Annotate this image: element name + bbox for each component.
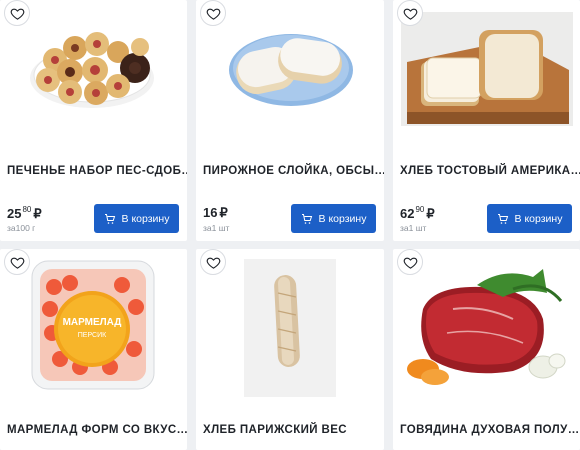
heart-icon — [403, 257, 417, 269]
cart-icon — [301, 213, 312, 224]
product-card[interactable]: ПИРОЖНОЕ СЛОЙКА, ОБСЫ… 16 ₽ за1 шт В корз… — [196, 0, 384, 241]
product-grid: ПЕЧЕНЬЕ НАБОР ПЕС-СДОБ… 2580 ₽ за100 г В … — [0, 0, 580, 450]
heart-icon — [403, 8, 417, 20]
price-main: 16 — [203, 205, 218, 220]
price-unit: за100 г — [7, 223, 36, 233]
product-image-cookies — [30, 32, 154, 108]
cart-button-label: В корзину — [318, 212, 367, 225]
heart-icon — [10, 257, 24, 269]
price-unit: за1 шт — [203, 223, 230, 233]
price-unit: за1 шт — [400, 223, 427, 233]
product-title[interactable]: ХЛЕБ ТОСТОВЫЙ АМЕРИКА… — [400, 165, 580, 177]
favorite-button[interactable] — [4, 0, 30, 26]
product-card[interactable]: ХЛЕБ ТОСТОВЫЙ АМЕРИКА… 6290 ₽ за1 шт В ко… — [393, 0, 580, 241]
price-main: 62 — [400, 206, 415, 221]
product-title[interactable]: ПИРОЖНОЕ СЛОЙКА, ОБСЫ… — [203, 165, 384, 177]
product-image-pastry — [229, 34, 353, 106]
package-label-line2: ПЕРСИК — [78, 332, 107, 339]
cart-icon — [497, 213, 508, 224]
product-card[interactable]: ХЛЕБ ПАРИЖСКИЙ ВЕС — [196, 249, 384, 450]
cart-icon — [104, 213, 115, 224]
product-title[interactable]: МАРМЕЛАД ФОРМ СО ВКУС… — [7, 424, 187, 436]
heart-icon — [10, 8, 24, 20]
product-price: 6290 ₽ — [400, 205, 435, 222]
add-to-cart-button[interactable]: В корзину — [487, 204, 572, 233]
favorite-button[interactable] — [397, 0, 423, 26]
heart-icon — [206, 257, 220, 269]
product-card[interactable]: ГОВЯДИНА ДУХОВАЯ ПОЛУ… — [393, 249, 580, 450]
favorite-button[interactable] — [4, 249, 30, 275]
product-image-beef — [407, 269, 566, 385]
add-to-cart-button[interactable]: В корзину — [291, 204, 376, 233]
add-to-cart-button[interactable]: В корзину — [94, 204, 179, 233]
currency: ₽ — [426, 206, 435, 221]
favorite-button[interactable] — [200, 0, 226, 26]
price-fraction: 80 — [22, 205, 32, 214]
cart-button-label: В корзину — [514, 212, 563, 225]
product-title[interactable]: ХЛЕБ ПАРИЖСКИЙ ВЕС — [203, 424, 347, 436]
product-title[interactable]: ПЕЧЕНЬЕ НАБОР ПЕС-СДОБ… — [7, 165, 187, 177]
favorite-button[interactable] — [200, 249, 226, 275]
price-fraction: 90 — [415, 205, 425, 214]
currency: ₽ — [33, 206, 42, 221]
heart-icon — [206, 8, 220, 20]
price-main: 25 — [7, 206, 22, 221]
cart-button-label: В корзину — [121, 212, 170, 225]
product-price: 16 ₽ — [203, 205, 228, 221]
package-label-line1: МАРМЕЛАД — [63, 317, 122, 328]
currency: ₽ — [219, 205, 228, 220]
product-card[interactable]: ПЕЧЕНЬЕ НАБОР ПЕС-СДОБ… 2580 ₽ за100 г В … — [0, 0, 187, 241]
favorite-button[interactable] — [397, 249, 423, 275]
product-price: 2580 ₽ — [7, 205, 42, 222]
product-card[interactable]: МАРМЕЛАД ПЕРСИК МАРМЕЛАД ФОРМ СО ВКУС… — [0, 249, 187, 450]
product-image-toast-bread — [401, 12, 573, 126]
product-image-baguette — [244, 259, 336, 397]
product-image-marmalade: МАРМЕЛАД ПЕРСИК — [31, 260, 155, 390]
product-title[interactable]: ГОВЯДИНА ДУХОВАЯ ПОЛУ… — [400, 424, 580, 436]
